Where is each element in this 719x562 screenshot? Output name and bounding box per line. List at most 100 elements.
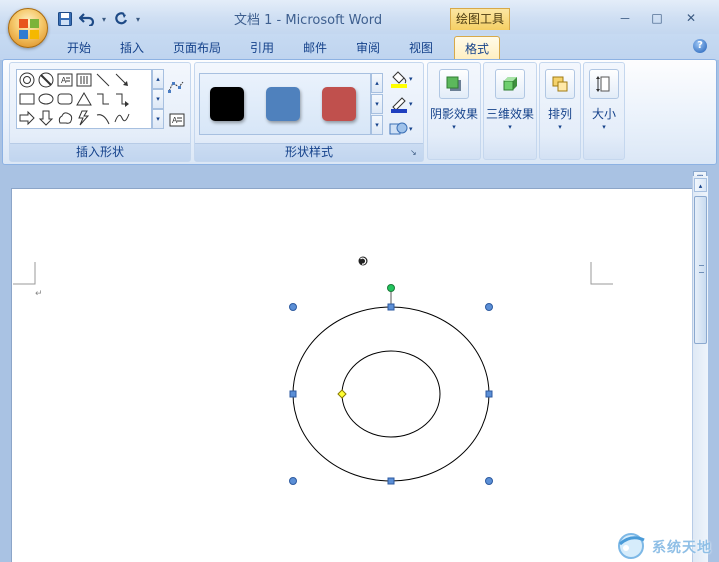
shape-outline-dropdown-icon: ▾ xyxy=(409,100,413,108)
adjustment-handle[interactable] xyxy=(337,389,347,399)
tab-home[interactable]: 开始 xyxy=(67,39,91,56)
resize-handle-top-right[interactable] xyxy=(485,303,493,311)
scroll-up-icon[interactable]: ▴ xyxy=(694,178,707,192)
right-arrow-shape-icon[interactable] xyxy=(18,109,36,127)
top-right-margin-mark xyxy=(590,262,613,285)
pen-outline-icon xyxy=(391,97,407,113)
arrow-line-shape-icon[interactable] xyxy=(113,71,131,89)
shape-styles-dialog-launcher-icon[interactable]: ↘ xyxy=(410,148,420,158)
document-page[interactable]: ↵ xyxy=(11,188,692,562)
insert-shapes-group-label: 插入形状 xyxy=(10,143,190,161)
shapes-more-button[interactable]: ▾ xyxy=(152,109,164,129)
rounded-rectangle-shape-icon[interactable] xyxy=(56,90,74,108)
watermark-logo-icon xyxy=(618,533,645,559)
tab-insert[interactable]: 插入 xyxy=(120,39,144,56)
draw-text-box-button[interactable]: A xyxy=(168,111,186,129)
shape-outline-button[interactable]: ▾ xyxy=(389,94,421,114)
down-arrow-shape-icon[interactable] xyxy=(37,109,55,127)
shadow-effects-icon xyxy=(439,69,469,99)
shadow-effects-dropdown-icon: ▾ xyxy=(452,123,456,131)
resize-handle-left[interactable] xyxy=(289,390,297,398)
redo-button[interactable] xyxy=(112,10,130,28)
undo-dropdown-icon[interactable]: ▾ xyxy=(100,15,108,24)
shape-fill-dropdown-icon: ▾ xyxy=(409,75,413,83)
3d-effects-button[interactable]: 三维效果 ▾ xyxy=(483,62,537,160)
customize-qat-icon[interactable]: ▾ xyxy=(134,15,142,24)
text-box-shape-icon[interactable]: A xyxy=(56,71,74,89)
resize-handle-top[interactable] xyxy=(387,303,395,311)
quick-access-toolbar: ▾ ▾ xyxy=(56,9,142,29)
tab-view[interactable]: 视图 xyxy=(409,39,433,56)
curve-shape-icon[interactable] xyxy=(113,109,131,127)
shadow-effects-button[interactable]: 阴影效果 ▾ xyxy=(427,62,481,160)
minimize-button[interactable]: － xyxy=(612,9,638,27)
resize-handle-bottom-right[interactable] xyxy=(485,477,493,485)
styles-scroll-up-button[interactable]: ▴ xyxy=(371,73,383,93)
tab-format[interactable]: 格式 xyxy=(454,36,501,61)
resize-handle-top-left[interactable] xyxy=(289,303,297,311)
change-shape-icon xyxy=(389,122,408,135)
save-icon xyxy=(58,12,72,26)
ribbon-tabs: 开始 插入 页面布局 引用 邮件 审阅 视图 格式 ? xyxy=(0,34,719,61)
redo-icon xyxy=(115,12,128,25)
undo-button[interactable] xyxy=(78,10,96,28)
shapes-scroll-up-button[interactable]: ▴ xyxy=(152,69,164,89)
arrange-button[interactable]: 排列 ▾ xyxy=(539,62,581,160)
edit-shape-button[interactable] xyxy=(166,77,188,97)
title-bar: ▾ ▾ 文档 1 - Microsoft Word 绘图工具 － □ ✕ xyxy=(0,0,719,48)
tab-references[interactable]: 引用 xyxy=(250,39,274,56)
shape-fill-button[interactable]: ▾ xyxy=(389,69,421,89)
shape-styles-group-label: 形状样式 xyxy=(195,143,423,161)
3d-effects-icon xyxy=(495,69,525,99)
office-button[interactable] xyxy=(8,8,48,48)
no-symbol-shape-icon[interactable] xyxy=(37,71,55,89)
callout-shape-icon[interactable] xyxy=(56,109,74,127)
arrange-label: 排列 xyxy=(547,107,572,121)
oval-shape-icon[interactable] xyxy=(37,90,55,108)
rectangle-shape-icon[interactable] xyxy=(18,90,36,108)
shapes-gallery: A xyxy=(16,69,152,129)
page-canvas xyxy=(13,256,613,485)
save-button[interactable] xyxy=(56,10,74,28)
elbow-arrow-connector-shape-icon[interactable] xyxy=(113,90,131,108)
shape-style-blue[interactable] xyxy=(266,87,300,121)
styles-scroll-down-button[interactable]: ▾ xyxy=(371,94,383,114)
window-title: 文档 1 - Microsoft Word xyxy=(234,13,383,28)
resize-handle-bottom-left[interactable] xyxy=(289,477,297,485)
line-shape-icon[interactable] xyxy=(94,71,112,89)
styles-more-button[interactable]: ▾ xyxy=(371,115,383,135)
arrange-icon xyxy=(545,69,575,99)
shape-styles-gallery xyxy=(199,73,371,135)
insert-shapes-group: A ▴ ▾ ▾ A 插入形状 xyxy=(9,62,191,162)
shape-style-red[interactable] xyxy=(322,87,356,121)
elbow-connector-shape-icon[interactable] xyxy=(94,90,112,108)
rotation-handle[interactable] xyxy=(387,284,395,292)
triangle-shape-icon[interactable] xyxy=(75,90,93,108)
arc-shape-icon[interactable] xyxy=(94,109,112,127)
size-dropdown-icon: ▾ xyxy=(602,123,606,131)
vertical-text-box-shape-icon[interactable] xyxy=(75,71,93,89)
size-icon xyxy=(589,69,619,99)
rotate-cursor-icon xyxy=(358,256,368,266)
resize-handle-right[interactable] xyxy=(485,390,493,398)
document-area: ↵ ⊞ ▴ xyxy=(0,166,719,562)
text-box-icon: A xyxy=(169,113,185,127)
scroll-thumb[interactable] xyxy=(694,196,707,344)
tab-mailings[interactable]: 邮件 xyxy=(303,39,327,56)
lightning-shape-icon[interactable] xyxy=(75,109,93,127)
change-shape-button[interactable]: ▾ xyxy=(389,119,421,139)
tab-review[interactable]: 审阅 xyxy=(356,39,380,56)
oval-ring-shape-icon[interactable] xyxy=(18,71,36,89)
donut-inner-edge[interactable] xyxy=(341,350,441,438)
shape-styles-group: ▴ ▾ ▾ ▾ ▾ ▾ 形状样式 ↘ xyxy=(194,62,424,162)
help-icon[interactable]: ? xyxy=(693,39,707,53)
shapes-scroll-down-button[interactable]: ▾ xyxy=(152,89,164,109)
donut-outer-edge[interactable] xyxy=(292,306,490,482)
tab-page-layout[interactable]: 页面布局 xyxy=(173,39,221,56)
shape-style-black[interactable] xyxy=(210,87,244,121)
vertical-scrollbar[interactable]: ▴ xyxy=(692,176,708,562)
maximize-button[interactable]: □ xyxy=(644,9,670,27)
resize-handle-bottom[interactable] xyxy=(387,477,395,485)
close-button[interactable]: ✕ xyxy=(678,9,704,27)
size-button[interactable]: 大小 ▾ xyxy=(583,62,625,160)
